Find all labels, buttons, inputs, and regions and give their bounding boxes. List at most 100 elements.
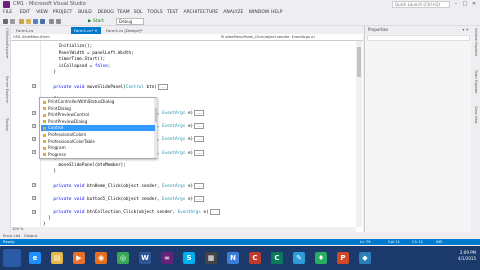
maximize-button[interactable]: □ [461,1,469,8]
expand-icon[interactable]: + [32,150,36,155]
intellisense-item[interactable]: ProfessionalColors [41,132,155,138]
menu-help[interactable]: HELP [271,10,282,15]
menu-file[interactable]: FILE [3,10,12,15]
class-icon [42,153,46,157]
doc-tab-2[interactable]: Form1.cs* ✕ [71,27,101,34]
code-token: e) [185,111,194,116]
expand-icon[interactable]: + [32,110,36,115]
forward-icon[interactable] [10,19,15,24]
minimize-button[interactable]: – [452,1,460,8]
right-strip-tab-3[interactable]: Class View [474,106,478,124]
left-strip-tab-3[interactable]: Toolbox [5,118,9,131]
keyword-token: void [74,210,85,215]
editor-vertical-scrollbar[interactable] [356,41,362,227]
status-column: Col 11 [388,239,401,244]
taskbar-app-skype[interactable]: S [180,249,198,267]
menu-debug[interactable]: DEBUG [98,10,114,15]
pin-icon[interactable]: ▾ ✕ [462,26,469,34]
code-token: timerTime.Start(); [58,57,106,63]
system-tray-clock[interactable]: 2:09 PM 4/1/2015 [458,250,476,262]
redo-icon[interactable] [56,19,61,24]
left-strip-tab-2[interactable]: Server Explorer [5,76,9,103]
taskbar-app-app-c[interactable]: C [268,249,286,267]
member-dropdown[interactable]: ✉ slideMenuPanel_Click(object sender, Ev… [221,35,361,40]
expand-icon[interactable]: + [32,136,36,141]
menu-project[interactable]: PROJECT [53,10,72,15]
menu-view[interactable]: VIEW [36,10,48,15]
collapsed-region[interactable]: ... [209,209,220,215]
expand-icon[interactable]: + [32,196,36,201]
taskbar-app-visual-studio[interactable]: ∞ [158,249,176,267]
save-icon[interactable] [33,19,38,24]
taskbar-app-ie[interactable]: e [26,249,44,267]
intellisense-item[interactable]: Program [41,145,155,151]
start-button-icon[interactable] [3,249,21,267]
quick-launch-input[interactable]: Quick Launch (Ctrl+Q) [392,1,450,8]
taskbar-app-powerpoint[interactable]: P [334,249,352,267]
intellisense-item[interactable]: PrintPreviewDialog [41,119,155,125]
open-file-icon[interactable] [26,19,31,24]
expand-icon[interactable]: + [32,123,36,128]
taskbar-app-firefox[interactable]: ◉ [92,249,110,267]
intellisense-item[interactable]: Progress [41,152,155,158]
collapsed-region[interactable]: ... [194,123,205,130]
menu-sql[interactable]: SQL [134,10,143,15]
ccleaner-icon: C [249,252,261,264]
taskbar-app-chrome[interactable]: ◎ [114,249,132,267]
left-strip-tab-1[interactable]: CMFolderExplorer [5,28,9,59]
doc-tab-1[interactable]: Form1.cs [13,27,36,34]
back-icon[interactable] [3,19,8,24]
properties-object-select[interactable] [367,35,470,41]
taskbar-app-word[interactable]: W [136,249,154,267]
collapsed-region[interactable]: ... [194,195,205,202]
undo-icon[interactable] [49,19,54,24]
taskbar-app-calc[interactable]: ▦ [202,249,220,267]
intellisense-item[interactable]: PrintDialog [41,106,155,112]
expand-icon[interactable]: + [32,183,36,188]
taskbar-app-media[interactable]: ▶ [70,249,88,267]
start-debug-button[interactable]: ▶ Start [88,18,114,25]
right-strip-tab-1[interactable]: Solution Explorer [474,28,478,56]
zoom-level[interactable]: 100 % [12,227,23,231]
code-token: isCollapsed = [58,63,95,69]
intellisense-item[interactable]: PrintPreviewControl [41,112,155,118]
collapsed-region[interactable]: ... [194,136,205,143]
class-icon [42,100,46,104]
menu-window[interactable]: WINDOW [249,10,270,15]
new-project-icon[interactable] [19,19,24,24]
taskbar-app-app-blue[interactable]: ◆ [356,249,374,267]
intellisense-item[interactable]: PrintControllerWithStatusDialog [41,99,155,105]
taskbar-app-ccleaner[interactable]: C [246,249,264,267]
taskbar-app-notepad[interactable]: N [224,249,242,267]
taskbar-app-app-green[interactable]: ♦ [312,249,330,267]
taskbar-app-paint[interactable]: ✎ [290,249,308,267]
collapsed-region[interactable]: ... [157,83,169,90]
intellisense-popup[interactable]: PrintControllerWithStatusDialog PrintDial… [39,97,157,159]
taskbar-app-explorer[interactable]: ▤ [48,249,66,267]
code-token: e) [185,196,194,202]
solution-configuration-select[interactable]: Debug [116,18,144,25]
doc-tab-3[interactable]: Form1.cs [Design]* [103,27,145,34]
menu-analyze[interactable]: ANALYZE [223,10,243,15]
collapsed-region[interactable]: ... [194,149,205,156]
menu-edit[interactable]: EDIT [20,10,30,15]
intellisense-item[interactable]: ProfessionalColorTable [41,139,155,145]
tab-error-list[interactable]: Error List [3,233,20,238]
menu-team[interactable]: TEAM [117,10,130,15]
menu-test[interactable]: TEST [167,10,178,15]
tab-output[interactable]: Output [24,233,37,238]
close-button[interactable]: ✕ [470,1,478,8]
menu-architecture[interactable]: ARCHITECTURE [184,10,219,15]
menu-tools[interactable]: TOOLS [147,10,162,15]
save-all-icon[interactable] [40,19,45,24]
expand-icon[interactable]: + [32,209,36,214]
type-token: EventArgs [162,183,186,189]
keyword-token: false [94,63,108,69]
expand-icon[interactable]: + [32,84,36,89]
menu-build[interactable]: BUILD [78,10,92,15]
collapsed-region[interactable]: ... [194,110,205,116]
intellisense-item[interactable]: Control [41,125,155,132]
right-strip-tab-2[interactable]: Team Explorer [474,70,478,94]
type-dropdown[interactable]: CM1.SlideMenuForm [13,35,163,40]
collapsed-region[interactable]: ... [194,182,205,189]
